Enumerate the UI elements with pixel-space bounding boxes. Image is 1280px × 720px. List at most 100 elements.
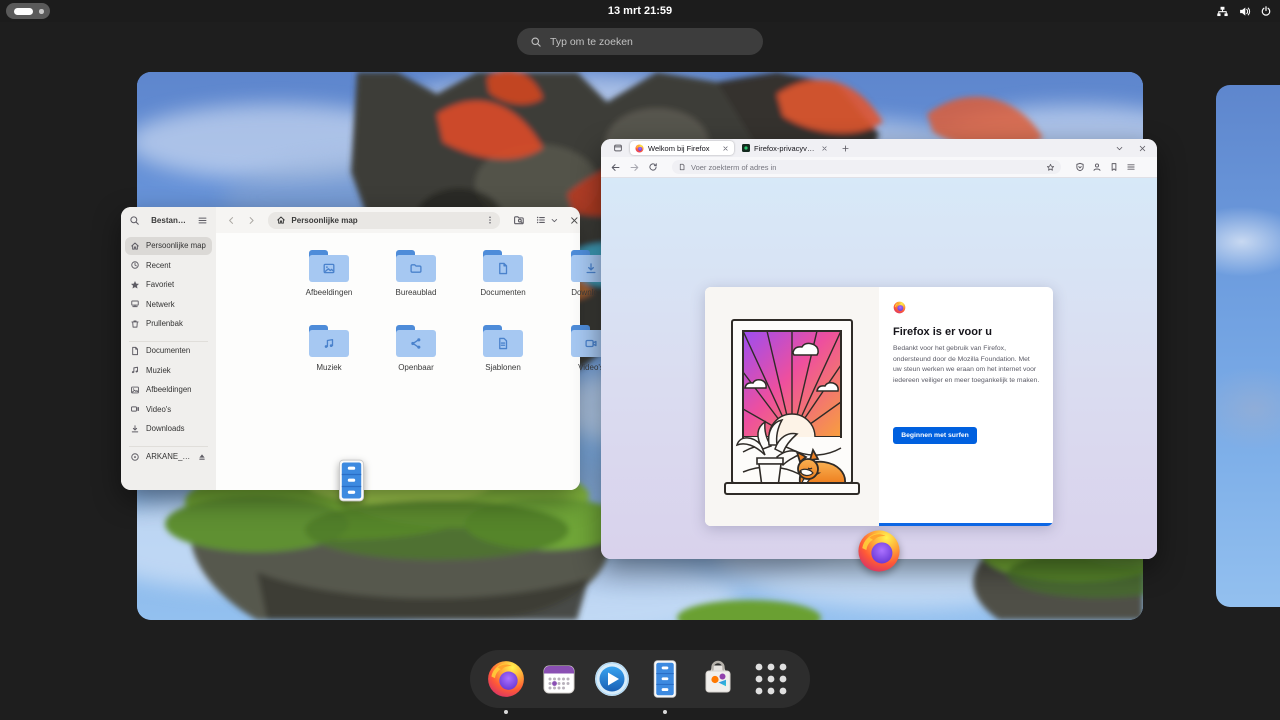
urlbar-placeholder: Voer zoekterm of adres in xyxy=(691,163,1041,172)
folder-icon xyxy=(480,322,526,360)
image-icon xyxy=(130,385,140,395)
back-icon[interactable] xyxy=(226,215,237,226)
clock[interactable]: 13 mrt 21:59 xyxy=(0,0,1280,22)
search-icon[interactable] xyxy=(129,215,140,226)
dock-item-files[interactable] xyxy=(645,659,685,699)
folder-openbaar[interactable]: Openbaar xyxy=(380,322,452,372)
privacy-shield-icon[interactable] xyxy=(1075,162,1085,172)
firefox-view-icon[interactable] xyxy=(613,143,623,153)
dock xyxy=(470,650,810,708)
url-bar[interactable]: Voer zoekterm of adres in xyxy=(672,160,1061,174)
tab-privacy[interactable]: Firefox-privacyverklaring xyxy=(737,141,833,155)
sidebar-item-netwerk[interactable]: Netwerk xyxy=(125,296,212,314)
list-tabs-chevron-icon[interactable] xyxy=(1115,144,1124,153)
app-grid-icon xyxy=(751,659,791,699)
welcome-card: Firefox is er voor u Bedankt voor het ge… xyxy=(705,287,1053,526)
view-options-chevron-icon[interactable] xyxy=(550,216,559,225)
bookmark-star-icon[interactable] xyxy=(1046,163,1055,172)
eject-icon[interactable] xyxy=(197,452,207,462)
start-browsing-button[interactable]: Beginnen met surfen xyxy=(893,427,977,444)
welcome-text-pane: Firefox is er voor u Bedankt voor het ge… xyxy=(879,287,1053,526)
sidebar-item-documenten[interactable]: Documenten xyxy=(125,342,212,360)
sidebar-item-video-s[interactable]: Video's xyxy=(125,401,212,419)
disc-icon xyxy=(130,452,140,462)
sidebar-item-favoriet[interactable]: Favoriet xyxy=(125,276,212,294)
sidebar-item-prullenbak[interactable]: Prullenbak xyxy=(125,315,212,333)
files-app-title: Bestan… xyxy=(151,216,186,225)
doc-icon xyxy=(130,346,140,356)
sidebar-item-downloads[interactable]: Downloads xyxy=(125,420,212,438)
download-icon xyxy=(130,424,140,434)
folder-sjablonen[interactable]: Sjablonen xyxy=(467,322,539,372)
list-view-icon[interactable] xyxy=(535,214,547,226)
kebab-menu-icon[interactable] xyxy=(485,215,495,225)
back-icon[interactable] xyxy=(610,162,621,173)
dock-item-firefox[interactable] xyxy=(486,659,526,699)
tab-welcome[interactable]: Welkom bij Firefox xyxy=(630,141,734,155)
hamburger-menu-icon[interactable] xyxy=(197,215,208,226)
onboarding-progress-bar xyxy=(879,523,1053,526)
close-tab-icon[interactable] xyxy=(722,145,729,152)
home-icon xyxy=(130,241,140,251)
app-menu-icon[interactable] xyxy=(1126,162,1136,172)
power-icon xyxy=(1260,5,1272,17)
software-icon xyxy=(698,659,738,699)
firefox-page: Firefox is er voor u Bedankt voor het ge… xyxy=(601,178,1157,559)
files-app-badge-icon[interactable] xyxy=(333,458,370,503)
dock-item-app-grid[interactable] xyxy=(751,659,791,699)
folder-documenten[interactable]: Documenten xyxy=(467,247,539,297)
firefox-window[interactable]: Welkom bij Firefox Firefox-privacyverkla… xyxy=(601,139,1157,559)
welcome-illustration xyxy=(705,287,879,526)
close-window-icon[interactable] xyxy=(1138,144,1147,153)
system-tray[interactable] xyxy=(1216,0,1272,22)
clock-icon xyxy=(130,260,140,270)
media-player-icon xyxy=(592,659,632,699)
network-icon xyxy=(130,299,140,309)
dock-item-software[interactable] xyxy=(698,659,738,699)
search-icon xyxy=(530,36,542,48)
tab-title: Welkom bij Firefox xyxy=(648,144,718,153)
firefox-tab-bar: Welkom bij Firefox Firefox-privacyverkla… xyxy=(601,139,1157,157)
files-window[interactable]: Bestan… Persoonlijke map RecentFavoriet Ne… xyxy=(121,207,580,490)
search-folder-icon[interactable] xyxy=(513,214,525,226)
star-icon xyxy=(130,280,140,290)
sidebar-item-afbeeldingen[interactable]: Afbeeldingen xyxy=(125,381,212,399)
sidebar-item-arkane[interactable]: ARKANE_… xyxy=(125,448,212,466)
account-icon[interactable] xyxy=(1092,162,1102,172)
reload-icon[interactable] xyxy=(648,162,658,172)
dock-item-calendar[interactable] xyxy=(539,659,579,699)
welcome-body: Bedankt voor het gebruik van Firefox, on… xyxy=(893,344,1040,386)
folder-afbeeldingen[interactable]: Afbeeldingen xyxy=(293,247,365,297)
running-indicator-dot xyxy=(504,710,508,714)
volume-icon xyxy=(1238,5,1251,18)
forward-icon[interactable] xyxy=(246,215,257,226)
sidebar-item-muziek[interactable]: Muziek xyxy=(125,362,212,380)
folder-icon xyxy=(306,247,352,285)
current-location: Persoonlijke map xyxy=(291,216,480,225)
sidebar-item-recent[interactable]: Recent xyxy=(125,257,212,275)
folder-icon xyxy=(480,247,526,285)
video-icon xyxy=(130,404,140,414)
firefox-app-badge-icon[interactable] xyxy=(856,528,902,574)
close-tab-icon[interactable] xyxy=(821,145,828,152)
firefox-favicon xyxy=(635,144,644,153)
forward-icon[interactable] xyxy=(629,162,640,173)
folder-bureaublad[interactable]: Bureaublad xyxy=(380,247,452,297)
tab-title: Firefox-privacyverklaring xyxy=(754,144,817,153)
running-indicator-dot xyxy=(663,710,667,714)
path-bar[interactable]: Persoonlijke map xyxy=(268,212,500,229)
folder-icon xyxy=(393,322,439,360)
close-icon[interactable] xyxy=(569,215,580,226)
firefox-icon xyxy=(486,659,526,699)
calendar-icon xyxy=(539,659,579,699)
folder-muziek[interactable]: Muziek xyxy=(293,322,365,372)
bookmarks-banner-icon[interactable] xyxy=(1109,162,1119,172)
sidebar-item-persoonlijke-map[interactable]: Persoonlijke map xyxy=(125,237,212,255)
new-tab-icon[interactable] xyxy=(841,144,850,153)
adjacent-workspace-thumbnail[interactable] xyxy=(1216,85,1280,607)
network-icon xyxy=(1216,5,1229,18)
search-input[interactable]: Typ om te zoeken xyxy=(517,28,763,55)
firefox-toolbar: Voer zoekterm of adres in xyxy=(601,157,1157,178)
search-placeholder: Typ om te zoeken xyxy=(550,36,633,48)
dock-item-media-player[interactable] xyxy=(592,659,632,699)
